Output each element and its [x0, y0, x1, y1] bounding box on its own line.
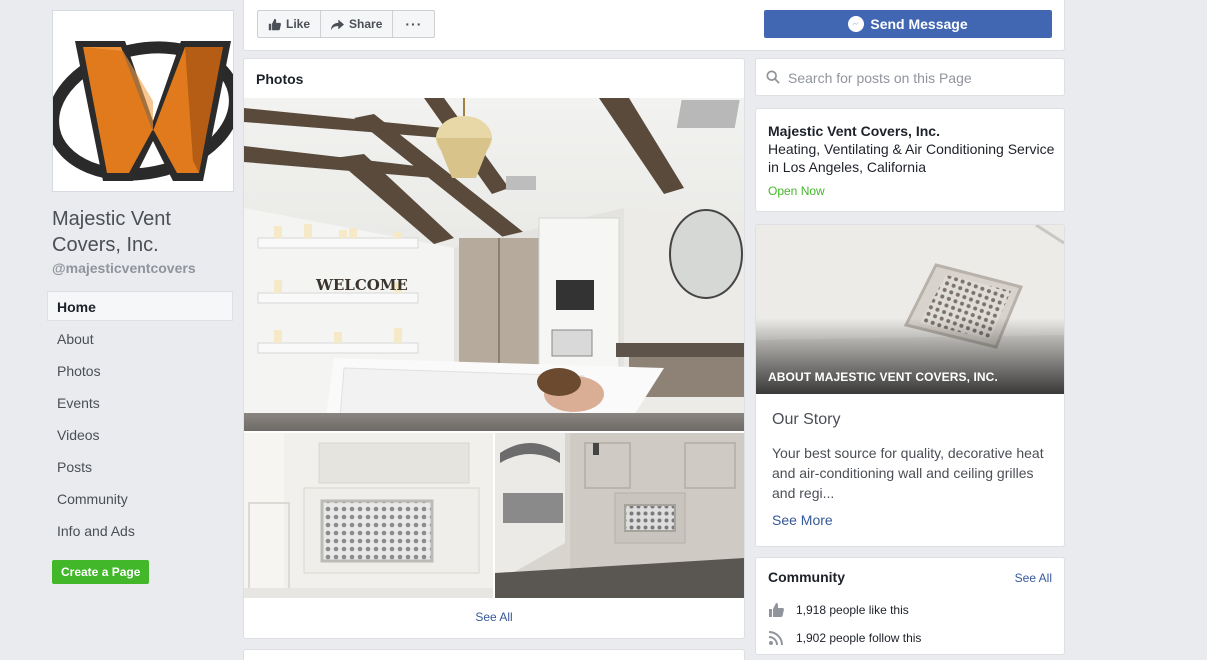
welcome-sign: WELCOME — [315, 276, 408, 294]
send-message-label: Send Message — [870, 16, 968, 32]
nav-item-about[interactable]: About — [47, 323, 233, 353]
likes-count-text: 1,918 people like this — [796, 603, 909, 617]
share-arrow-icon — [331, 19, 345, 30]
page-handle[interactable]: @majesticventcovers — [52, 260, 196, 276]
about-overlay-title: ABOUT MAJESTIC VENT COVERS, INC. — [768, 370, 998, 384]
nav-item-home[interactable]: Home — [47, 291, 233, 321]
page-search-input[interactable] — [788, 67, 1056, 89]
page-nav: Home About Photos Events Videos Posts Co… — [47, 291, 233, 547]
nav-item-info-and-ads[interactable]: Info and Ads — [47, 515, 233, 545]
nav-item-photos[interactable]: Photos — [47, 355, 233, 385]
likes-row: 1,918 people like this — [768, 602, 909, 618]
ceiling-vent-image — [756, 225, 1064, 394]
community-title: Community — [768, 569, 845, 585]
community-card: Community See All 1,918 people like this… — [755, 557, 1065, 655]
follows-count-text: 1,902 people follow this — [796, 631, 922, 645]
spa-room-image: WELCOME — [244, 98, 744, 431]
search-icon — [766, 70, 780, 84]
majestic-logo — [53, 11, 233, 191]
rss-follow-icon — [768, 631, 783, 646]
page-name[interactable]: Majestic Vent Covers, Inc. — [52, 206, 232, 258]
photo-wall-vent[interactable] — [244, 433, 493, 598]
share-label: Share — [349, 17, 383, 31]
share-button[interactable]: Share — [321, 11, 394, 37]
page-action-bar: Like Share ··· Send Message — [243, 0, 1065, 51]
more-dots-icon: ··· — [405, 16, 423, 32]
our-story-title: Our Story — [772, 411, 841, 428]
page-search-box — [755, 58, 1065, 96]
action-button-group: Like Share ··· — [257, 10, 436, 38]
create-page-button[interactable]: Create a Page — [52, 560, 150, 584]
staircase-vent-image — [495, 433, 744, 598]
nav-item-videos[interactable]: Videos — [47, 419, 233, 449]
business-name[interactable]: Majestic Vent Covers, Inc. — [768, 123, 940, 139]
community-see-all-link[interactable]: See All — [1015, 571, 1052, 585]
nav-item-events[interactable]: Events — [47, 387, 233, 417]
photos-see-all-link[interactable]: See All — [244, 610, 744, 624]
nav-item-posts[interactable]: Posts — [47, 451, 233, 481]
like-button[interactable]: Like — [258, 11, 322, 37]
about-card: ABOUT MAJESTIC VENT COVERS, INC. Our Sto… — [755, 224, 1065, 547]
nav-item-community[interactable]: Community — [47, 483, 233, 513]
page-profile-picture[interactable] — [52, 10, 234, 192]
thumbs-up-icon — [769, 603, 784, 617]
thumbs-up-icon — [268, 18, 281, 30]
about-cover-image[interactable] — [756, 225, 1064, 394]
see-more-link[interactable]: See More — [772, 512, 833, 528]
messenger-icon — [848, 16, 865, 32]
photos-card: Photos WELCOME See All — [243, 58, 745, 639]
open-status: Open Now — [768, 184, 825, 198]
photos-title[interactable]: Photos — [256, 71, 303, 87]
like-label: Like — [286, 17, 311, 31]
wall-vent-image — [244, 433, 493, 598]
more-options-button[interactable]: ··· — [393, 11, 434, 37]
photo-spa-room[interactable]: WELCOME — [244, 98, 744, 431]
business-category: Heating, Ventilating & Air Conditioning … — [768, 141, 1055, 175]
our-story-body: Your best source for quality, decorative… — [772, 445, 1044, 501]
photo-staircase-vent[interactable] — [495, 433, 744, 598]
send-message-button[interactable]: Send Message — [764, 10, 1052, 38]
business-info-card: Majestic Vent Covers, Inc. Heating, Vent… — [755, 108, 1065, 212]
follows-row: 1,902 people follow this — [768, 630, 921, 646]
next-card-stub — [243, 649, 745, 660]
